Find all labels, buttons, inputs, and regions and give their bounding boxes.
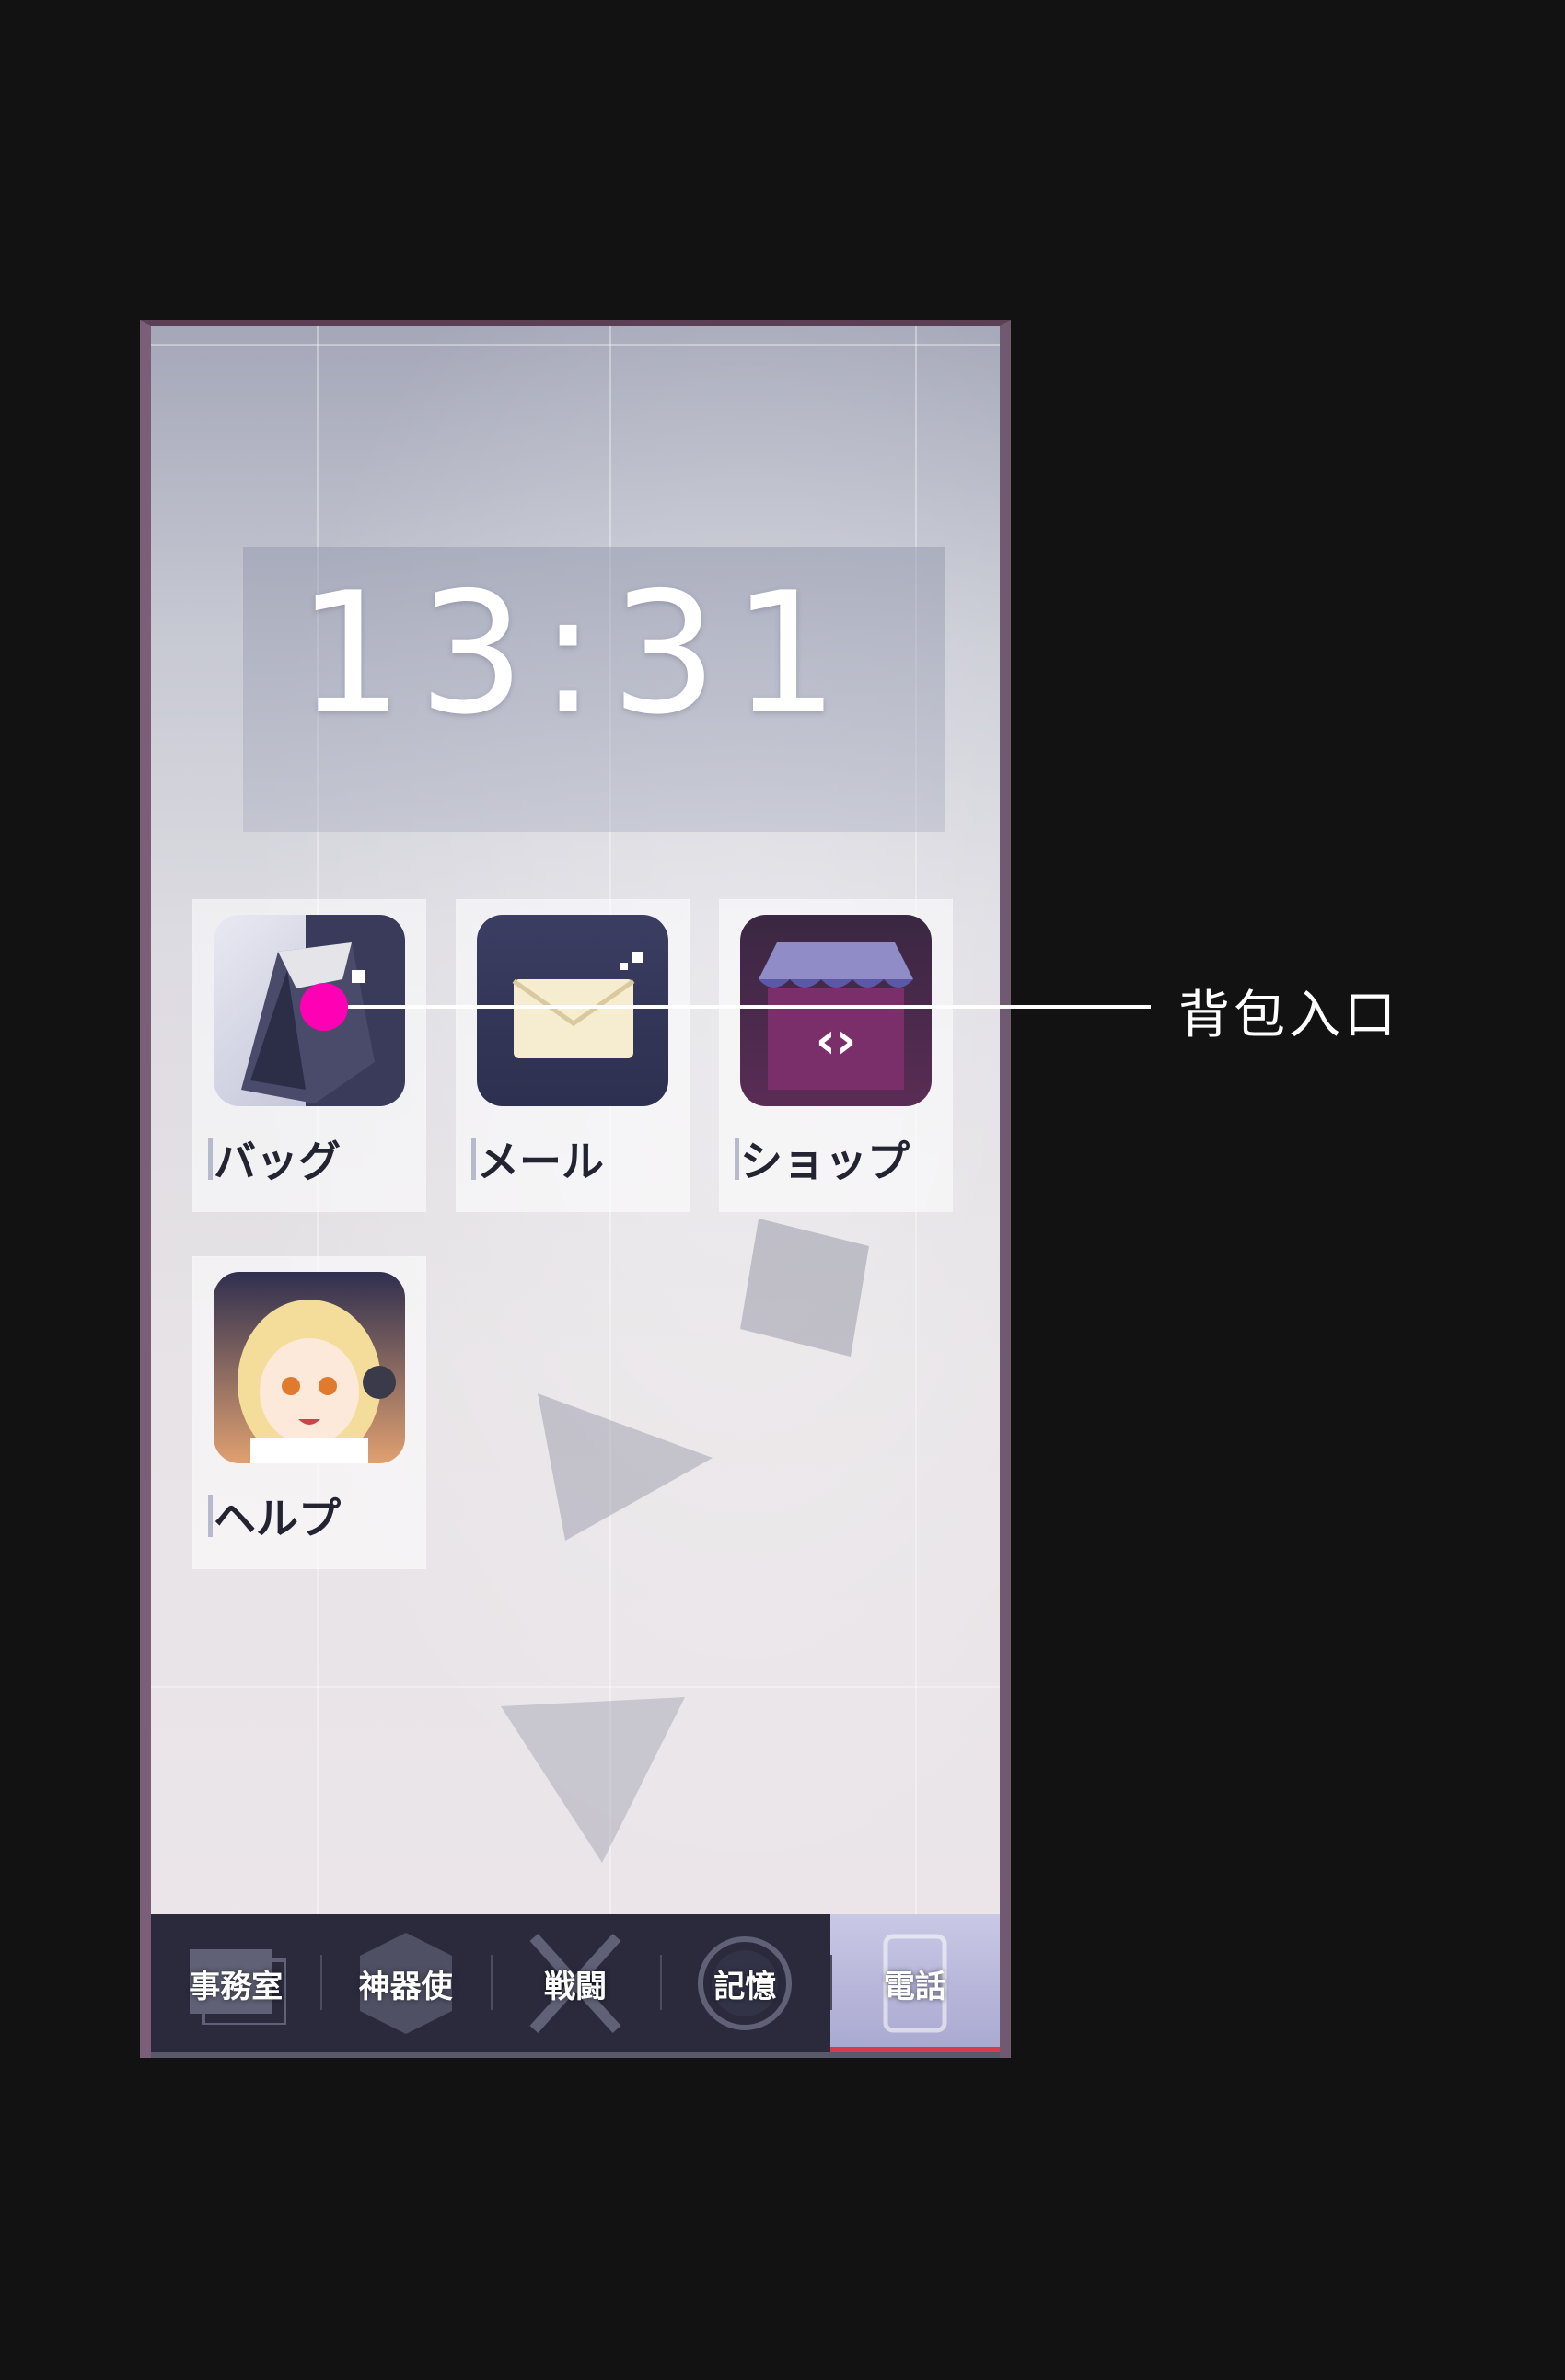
app-label: ヘルプ — [214, 1494, 341, 1543]
tab-label: 戦闘 — [544, 1968, 608, 2005]
help-character-icon — [214, 1272, 405, 1463]
app-shop[interactable]: ‹› ショップ — [720, 900, 952, 1211]
app-help[interactable]: ヘルプ — [193, 1257, 425, 1568]
label-accent-bar — [471, 1138, 476, 1180]
annotation-marker-dot — [300, 983, 348, 1031]
app-mail[interactable]: メール — [457, 900, 689, 1211]
label-accent-bar — [735, 1138, 739, 1180]
tab-label: 電話 — [883, 1968, 946, 2005]
app-label: メール — [477, 1137, 604, 1186]
phone-screen: 13:31 バッグ メール ‹› ショップ ヘルプ 事務室 神器使 戦闘 記憶 … — [140, 320, 1011, 2058]
tab-label: 神器使 — [358, 1968, 453, 2005]
tab-battle[interactable]: 戦闘 — [490, 1914, 660, 2052]
decorative-shape — [740, 1219, 869, 1357]
label-accent-bar — [208, 1495, 213, 1537]
tab-memory[interactable]: 記憶 — [660, 1914, 829, 2052]
svg-text:‹›: ‹› — [816, 1011, 857, 1069]
shop-icon: ‹› — [740, 915, 932, 1106]
tab-label: 記憶 — [713, 1968, 777, 2005]
mail-icon — [477, 915, 668, 1106]
bottom-tab-bar: 事務室 神器使 戦闘 記憶 電話 — [151, 1914, 1000, 2058]
tab-label: 事務室 — [189, 1968, 284, 2005]
decorative-triangle — [538, 1393, 713, 1541]
grid-line — [151, 1686, 1000, 1688]
tab-phone[interactable]: 電話 — [829, 1914, 1000, 2052]
app-label: バッグ — [214, 1137, 341, 1186]
clock-time: 13:31 — [296, 556, 854, 751]
label-accent-bar — [208, 1138, 213, 1180]
decorative-triangle — [501, 1697, 685, 1863]
tab-office[interactable]: 事務室 — [151, 1914, 320, 2052]
annotation-line — [324, 1005, 1151, 1009]
annotation-label: 背包入口 — [1178, 986, 1399, 1046]
app-bag[interactable]: バッグ — [193, 900, 425, 1211]
grid-line — [151, 344, 1000, 346]
tab-divine-users[interactable]: 神器使 — [320, 1914, 490, 2052]
app-label: ショップ — [740, 1137, 910, 1186]
